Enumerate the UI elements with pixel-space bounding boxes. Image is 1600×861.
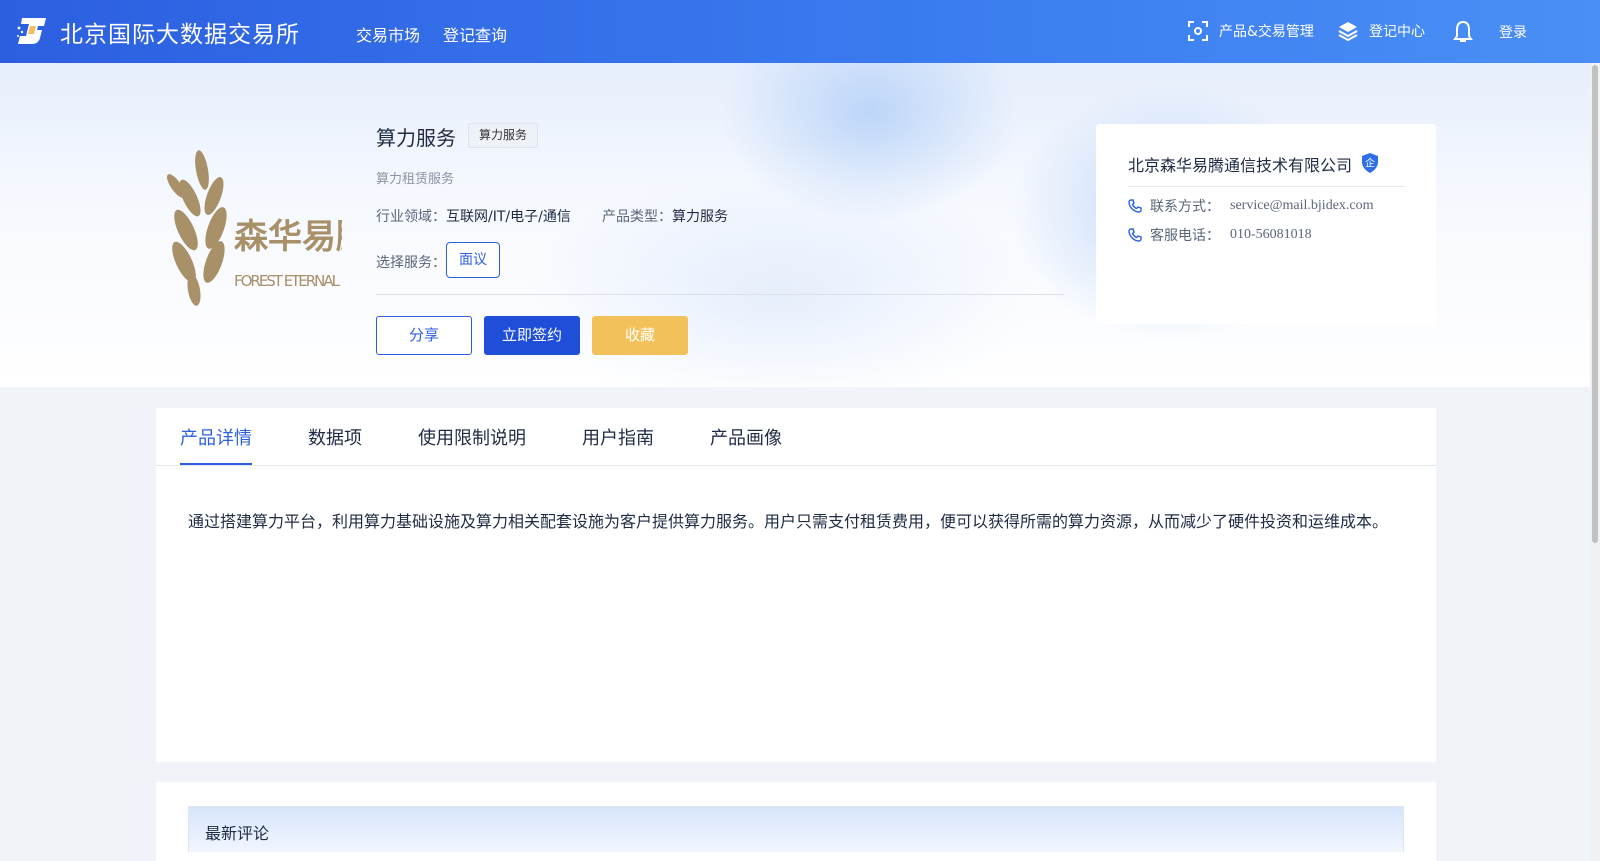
contact-info-row: 联系方式： service@mail.bjidex.com bbox=[1128, 196, 1374, 216]
bell-icon[interactable] bbox=[1452, 20, 1474, 44]
contact-value: service@mail.bjidex.com bbox=[1230, 198, 1374, 213]
divider bbox=[1128, 186, 1404, 187]
page-scrollbar[interactable] bbox=[1590, 63, 1600, 861]
favorite-button[interactable]: 收藏 bbox=[592, 316, 688, 355]
site-logo-icon[interactable] bbox=[16, 16, 50, 46]
detail-tabs: 产品详情 数据项 使用限制说明 用户指南 产品画像 bbox=[156, 408, 1436, 466]
industry-value: 互联网/IT/电子/通信 bbox=[446, 209, 571, 225]
active-tab-indicator bbox=[180, 463, 252, 465]
nav-registry-query[interactable]: 登记查询 bbox=[443, 22, 507, 46]
enterprise-verified-badge-icon: 企 bbox=[1362, 153, 1378, 173]
registry-center-link[interactable]: 登记中心 bbox=[1337, 20, 1425, 42]
product-trade-management-label: 产品&交易管理 bbox=[1219, 24, 1314, 40]
select-service-label: 选择服务： bbox=[376, 255, 446, 271]
tab-product-portrait[interactable]: 产品画像 bbox=[710, 424, 782, 450]
phone-icon bbox=[1128, 199, 1142, 213]
site-name[interactable]: 北京国际大数据交易所 bbox=[60, 15, 300, 49]
comments-panel: 最新评论 bbox=[156, 782, 1436, 861]
tab-usage-restrictions[interactable]: 使用限制说明 bbox=[418, 424, 526, 450]
company-card: 北京森华易腾通信技术有限公司 企 联系方式： service@mail.bjid… bbox=[1096, 124, 1436, 324]
scan-icon bbox=[1188, 21, 1208, 41]
contact-label: 联系方式： bbox=[1150, 199, 1220, 215]
scrollbar-thumb[interactable] bbox=[1592, 65, 1598, 543]
industry-label: 行业领域： bbox=[376, 209, 446, 225]
comments-header: 最新评论 bbox=[188, 806, 1404, 852]
product-type-value: 算力服务 bbox=[672, 209, 728, 225]
product-type-field: 产品类型：算力服务 bbox=[602, 206, 728, 226]
nav-trade-market[interactable]: 交易市场 bbox=[356, 22, 420, 46]
service-phone-label: 客服电话： bbox=[1150, 228, 1220, 244]
phone-icon bbox=[1128, 228, 1142, 242]
tab-data-items[interactable]: 数据项 bbox=[308, 424, 362, 450]
product-logo: 森华易腾 FOREST ETERNAL bbox=[166, 150, 342, 306]
login-link[interactable]: 登录 bbox=[1499, 22, 1527, 42]
product-logo-cn-text: 森华易腾 bbox=[234, 217, 342, 257]
product-trade-management-link[interactable]: 产品&交易管理 bbox=[1187, 20, 1314, 42]
product-title: 算力服务 bbox=[376, 126, 456, 150]
product-description: 通过搭建算力平台，利用算力基础设施及算力相关配套设施为客户提供算力服务。用户只需… bbox=[188, 512, 1389, 531]
layers-icon bbox=[1338, 22, 1358, 42]
product-category-tag: 算力服务 bbox=[468, 123, 539, 148]
share-button[interactable]: 分享 bbox=[376, 316, 472, 355]
company-name[interactable]: 北京森华易腾通信技术有限公司 bbox=[1128, 152, 1352, 176]
sign-now-button[interactable]: 立即签约 bbox=[484, 316, 580, 355]
enterprise-badge-text: 企 bbox=[1365, 157, 1375, 170]
service-option-negotiable[interactable]: 面议 bbox=[446, 242, 500, 278]
top-navbar: 北京国际大数据交易所 交易市场 登记查询 产品&交易管理 登记中心 登录 bbox=[0, 0, 1600, 63]
product-detail-panel: 产品详情 数据项 使用限制说明 用户指南 产品画像 通过搭建算力平台，利用算力基… bbox=[156, 408, 1436, 762]
product-subtitle: 算力租赁服务 bbox=[376, 172, 455, 187]
product-type-label: 产品类型： bbox=[602, 209, 672, 225]
service-phone-value: 010-56081018 bbox=[1230, 227, 1312, 242]
service-phone-row: 客服电话： 010-56081018 bbox=[1128, 225, 1312, 245]
tab-product-details[interactable]: 产品详情 bbox=[180, 424, 252, 450]
comments-title: 最新评论 bbox=[205, 824, 270, 843]
industry-field: 行业领域：互联网/IT/电子/通信 bbox=[376, 206, 571, 226]
registry-center-label: 登记中心 bbox=[1369, 24, 1425, 40]
tab-user-guide[interactable]: 用户指南 bbox=[582, 424, 654, 450]
divider bbox=[376, 294, 1064, 295]
product-logo-en-text: FOREST ETERNAL bbox=[234, 272, 341, 290]
